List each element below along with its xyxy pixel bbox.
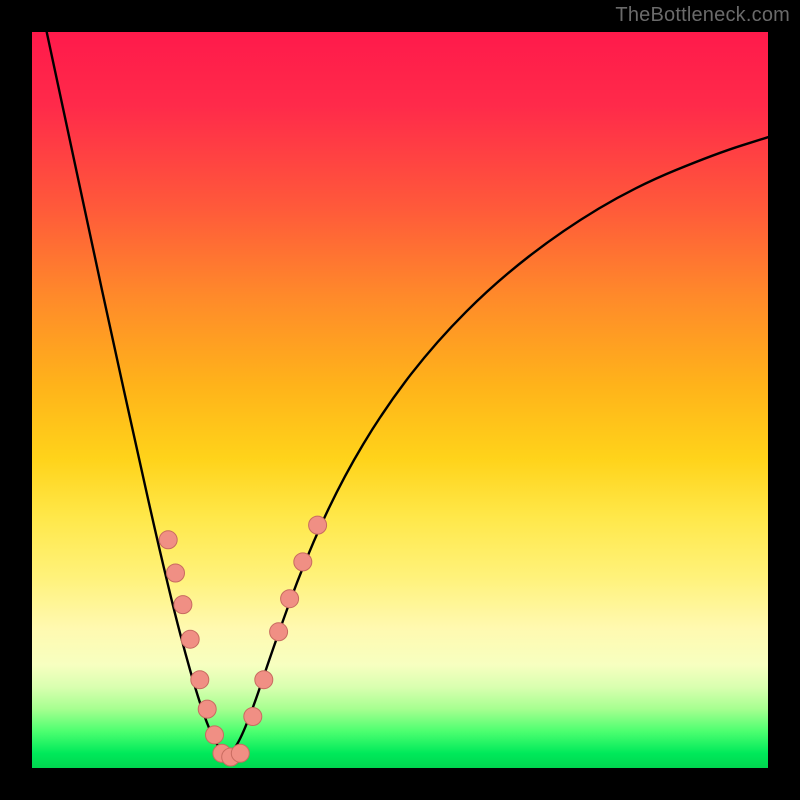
data-marker [281, 590, 299, 608]
watermark-text: TheBottleneck.com [615, 4, 790, 27]
data-marker [270, 623, 288, 641]
chart-overlay [32, 32, 768, 768]
data-markers [159, 516, 326, 766]
plot-area [32, 32, 768, 768]
data-marker [191, 671, 209, 689]
data-marker [231, 744, 249, 762]
chart-container: TheBottleneck.com [0, 0, 800, 800]
data-marker [294, 553, 312, 571]
data-marker [181, 630, 199, 648]
data-marker [198, 700, 216, 718]
data-marker [167, 564, 185, 582]
data-marker [309, 516, 327, 534]
data-marker [206, 726, 224, 744]
data-marker [174, 596, 192, 614]
bottleneck-curve [47, 32, 768, 754]
data-marker [255, 671, 273, 689]
data-marker [244, 708, 262, 726]
data-marker [159, 531, 177, 549]
